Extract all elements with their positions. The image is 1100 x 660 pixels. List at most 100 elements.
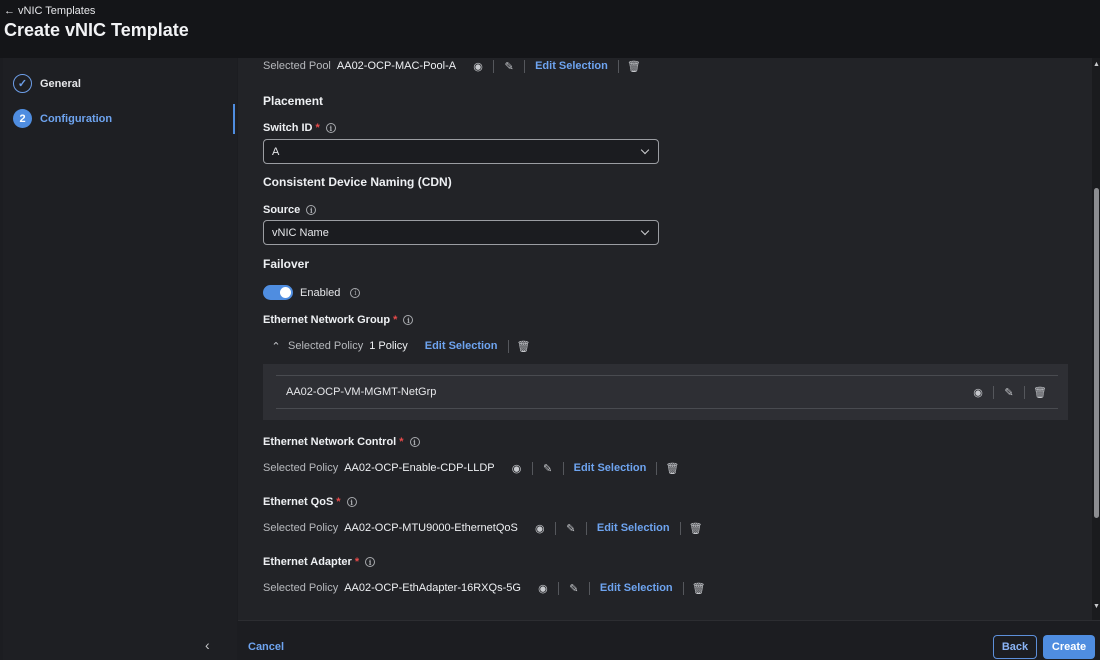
divider (524, 60, 525, 73)
mac-pool-row: Selected Pool AA02-OCP-MAC-Pool-A ◉ ✎ Ed… (263, 58, 642, 74)
step-general[interactable]: ✓ General (13, 74, 81, 93)
switch-id-text: Switch ID (263, 122, 313, 134)
required-asterisk: * (399, 436, 403, 448)
divider (589, 582, 590, 595)
adapter-row: Selected Policy AA02-OCP-EthAdapter-16RX… (263, 580, 707, 596)
cdn-source-select[interactable]: vNIC Name (263, 220, 659, 245)
qos-value: AA02-OCP-MTU9000-EthernetQoS (344, 522, 518, 534)
selected-pool-label: Selected Pool (263, 60, 331, 72)
trash-icon[interactable]: 🗑 (664, 460, 680, 476)
info-icon[interactable]: i (347, 497, 357, 507)
network-group-label: Ethernet Network Group*i (263, 314, 413, 326)
eye-icon[interactable]: ◉ (535, 580, 551, 596)
trash-icon[interactable]: 🗑 (626, 58, 642, 74)
mac-pool-edit-selection[interactable]: Edit Selection (535, 60, 608, 72)
trash-icon[interactable]: 🗑 (688, 520, 704, 536)
info-icon[interactable]: i (306, 205, 316, 215)
qos-edit-selection[interactable]: Edit Selection (597, 522, 670, 534)
eye-icon[interactable]: ◉ (970, 384, 986, 400)
scroll-down-arrow-icon[interactable]: ▼ (1093, 603, 1100, 610)
step-configuration[interactable]: 2 Configuration (13, 109, 112, 128)
network-group-row: ⌃ Selected Policy 1 Policy Edit Selectio… (268, 338, 532, 354)
adapter-edit-selection[interactable]: Edit Selection (600, 582, 673, 594)
info-icon[interactable]: i (410, 437, 420, 447)
selected-pool-value: AA02-OCP-MAC-Pool-A (337, 60, 456, 72)
switch-id-value: A (272, 146, 279, 158)
divider (558, 582, 559, 595)
step-general-label: General (40, 78, 81, 90)
scroll-up-arrow-icon[interactable]: ▲ (1093, 61, 1100, 68)
adapter-value: AA02-OCP-EthAdapter-16RXQs-5G (344, 582, 521, 594)
switch-id-label: Switch ID* i (263, 122, 336, 134)
divider (586, 522, 587, 535)
divider (656, 462, 657, 475)
failover-toggle-row: Enabled i (263, 285, 360, 300)
selected-policy-label: Selected Policy (263, 462, 338, 474)
failover-toggle-label: Enabled (300, 287, 340, 299)
info-icon[interactable]: i (326, 123, 336, 133)
info-icon[interactable]: i (403, 315, 413, 325)
required-asterisk: * (355, 556, 359, 568)
failover-toggle[interactable] (263, 285, 293, 300)
network-group-list: AA02-OCP-VM-MGMT-NetGrp ◉ ✎ 🗑 (263, 364, 1068, 420)
network-control-value: AA02-OCP-Enable-CDP-LLDP (344, 462, 494, 474)
back-to-vnic-templates-link[interactable]: ← vNIC Templates (4, 5, 95, 17)
qos-label: Ethernet QoS*i (263, 496, 357, 508)
source-text: Source (263, 204, 300, 216)
divider (532, 462, 533, 475)
item-actions: ◉ ✎ 🗑 (970, 384, 1048, 400)
chevron-up-icon[interactable]: ⌃ (268, 338, 284, 354)
network-control-row: Selected Policy AA02-OCP-Enable-CDP-LLDP… (263, 460, 680, 476)
divider (555, 522, 556, 535)
pencil-icon[interactable]: ✎ (540, 460, 556, 476)
selected-policy-label: Selected Policy (288, 340, 363, 352)
required-asterisk: * (316, 122, 320, 134)
placement-title: Placement (263, 94, 323, 108)
cdn-source-value: vNIC Name (272, 227, 329, 239)
network-group-text: Ethernet Network Group (263, 314, 390, 326)
step-number-badge: 2 (13, 109, 32, 128)
eye-icon[interactable]: ◉ (532, 520, 548, 536)
wizard-footer: Cancel Back Create (238, 620, 1100, 660)
network-group-edit-selection[interactable]: Edit Selection (425, 340, 498, 352)
divider (1024, 386, 1025, 399)
pencil-icon[interactable]: ✎ (566, 580, 582, 596)
network-control-text: Ethernet Network Control (263, 436, 396, 448)
cancel-button[interactable]: Cancel (248, 641, 284, 653)
eye-icon[interactable]: ◉ (470, 58, 486, 74)
pencil-icon[interactable]: ✎ (1001, 384, 1017, 400)
configuration-form: Selected Pool AA02-OCP-MAC-Pool-A ◉ ✎ Ed… (238, 58, 1092, 620)
info-icon[interactable]: i (365, 557, 375, 567)
scroll-thumb[interactable] (1094, 188, 1099, 518)
divider (993, 386, 994, 399)
page-title: Create vNIC Template (4, 20, 189, 41)
trash-icon[interactable]: 🗑 (691, 580, 707, 596)
divider (680, 522, 681, 535)
pencil-icon[interactable]: ✎ (563, 520, 579, 536)
top-bar: ← vNIC Templates Create vNIC Template (0, 0, 1100, 58)
info-icon[interactable]: i (350, 288, 360, 298)
arrow-left-icon: ← (4, 5, 15, 17)
trash-icon[interactable]: 🗑 (516, 338, 532, 354)
adapter-text: Ethernet Adapter (263, 556, 352, 568)
step-configuration-label: Configuration (40, 113, 112, 125)
back-button[interactable]: Back (993, 635, 1037, 659)
qos-row: Selected Policy AA02-OCP-MTU9000-Etherne… (263, 520, 704, 536)
switch-id-select[interactable]: A (263, 139, 659, 164)
create-button[interactable]: Create (1043, 635, 1095, 659)
cdn-title: Consistent Device Naming (CDN) (263, 175, 452, 189)
collapse-sidebar-chevron-left-icon[interactable]: ‹ (205, 637, 210, 653)
divider (683, 582, 684, 595)
divider (563, 462, 564, 475)
selected-policy-label: Selected Policy (263, 522, 338, 534)
eye-icon[interactable]: ◉ (509, 460, 525, 476)
chevron-down-icon (641, 227, 649, 235)
trash-icon[interactable]: 🗑 (1032, 384, 1048, 400)
divider (508, 340, 509, 353)
chevron-down-icon (641, 146, 649, 154)
main-scrollbar[interactable]: ▲ ▼ (1092, 58, 1100, 620)
selected-policy-label: Selected Policy (263, 582, 338, 594)
pencil-icon[interactable]: ✎ (501, 58, 517, 74)
list-item: AA02-OCP-VM-MGMT-NetGrp ◉ ✎ 🗑 (276, 375, 1058, 409)
network-control-edit-selection[interactable]: Edit Selection (574, 462, 647, 474)
